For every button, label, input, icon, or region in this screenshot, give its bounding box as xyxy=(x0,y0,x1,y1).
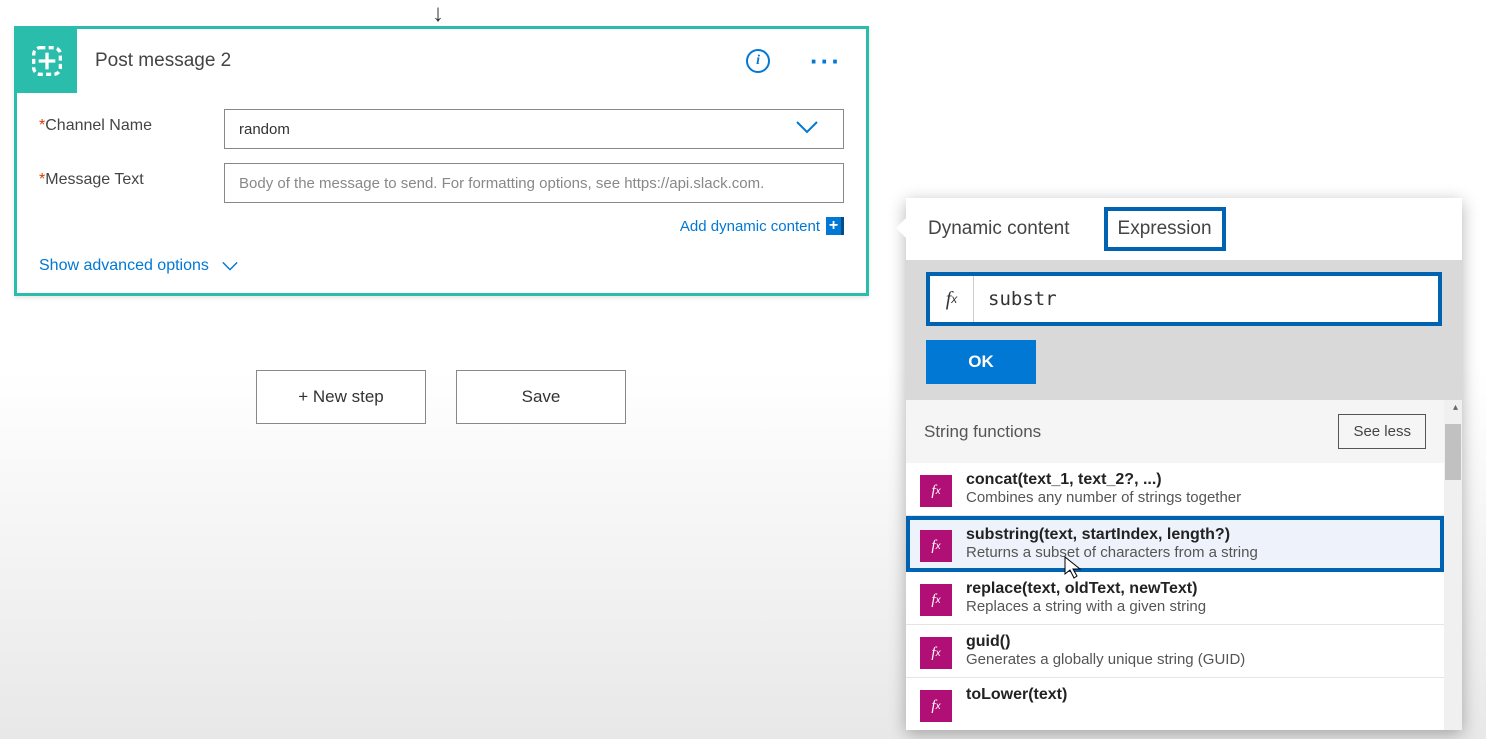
scrollbar-track[interactable]: ▴ xyxy=(1444,400,1462,730)
function-scroll-area: ▴ String functions See less fx concat(te… xyxy=(906,400,1462,730)
message-text-label: *Message Text xyxy=(39,163,224,189)
tab-expression[interactable]: Expression xyxy=(1104,207,1226,251)
action-header[interactable]: Post message 2 i ··· xyxy=(17,29,866,93)
fx-icon: fx xyxy=(920,530,952,562)
popup-pointer xyxy=(896,216,908,240)
action-menu-button[interactable]: ··· xyxy=(810,46,842,77)
flow-arrow-icon: ↓ xyxy=(432,0,444,28)
fn-description: Generates a globally unique string (GUID… xyxy=(966,651,1430,668)
expression-popup: Dynamic content Expression fx substr OK … xyxy=(906,198,1462,730)
fn-description: Combines any number of strings together xyxy=(966,489,1430,506)
show-advanced-options[interactable]: Show advanced options xyxy=(39,257,844,275)
channel-name-row: *Channel Name random xyxy=(39,109,844,149)
fn-signature: replace(text, oldText, newText) xyxy=(966,580,1430,598)
message-text-input[interactable]: Body of the message to send. For formatt… xyxy=(224,163,844,203)
fx-icon: fx xyxy=(920,584,952,616)
new-step-button[interactable]: + New step xyxy=(256,370,426,424)
fn-item-guid[interactable]: fx guid() Generates a globally unique st… xyxy=(906,625,1444,678)
channel-name-select[interactable]: random xyxy=(224,109,844,149)
message-text-placeholder: Body of the message to send. For formatt… xyxy=(239,175,764,192)
scrollbar-thumb[interactable] xyxy=(1445,424,1461,480)
action-card: Post message 2 i ··· *Channel Name rando… xyxy=(14,26,869,296)
fn-signature: toLower(text) xyxy=(966,686,1430,704)
scroll-up-arrow-icon[interactable]: ▴ xyxy=(1453,402,1458,413)
plus-icon: + xyxy=(826,217,844,235)
channel-name-value: random xyxy=(239,121,290,138)
fn-item-concat[interactable]: fx concat(text_1, text_2?, ...) Combines… xyxy=(906,463,1444,516)
fn-description: Returns a subset of characters from a st… xyxy=(966,544,1430,561)
fn-item-substring[interactable]: fx substring(text, startIndex, length?) … xyxy=(906,516,1444,572)
function-list: fx concat(text_1, text_2?, ...) Combines… xyxy=(906,463,1444,730)
footer-buttons: + New step Save xyxy=(256,370,626,424)
chevron-down-icon xyxy=(795,120,819,138)
expression-input[interactable]: substr xyxy=(974,276,1438,322)
fx-icon: fx xyxy=(920,690,952,722)
info-icon[interactable]: i xyxy=(746,49,770,73)
ok-button[interactable]: OK xyxy=(926,340,1036,384)
save-button[interactable]: Save xyxy=(456,370,626,424)
function-category-header: String functions See less xyxy=(906,400,1444,463)
popup-tabs: Dynamic content Expression xyxy=(906,198,1462,260)
fx-icon: fx xyxy=(920,637,952,669)
fn-description: Replaces a string with a given string xyxy=(966,598,1430,615)
see-less-button[interactable]: See less xyxy=(1338,414,1426,449)
add-dynamic-content-link[interactable]: Add dynamic content + xyxy=(39,217,844,235)
fx-icon: fx xyxy=(920,475,952,507)
fn-item-tolower[interactable]: fx toLower(text) xyxy=(906,678,1444,730)
slack-connector-icon xyxy=(17,29,77,93)
expression-input-area: fx substr OK xyxy=(906,260,1462,400)
tab-dynamic-content[interactable]: Dynamic content xyxy=(924,207,1074,251)
category-title: String functions xyxy=(924,422,1041,442)
fn-signature: concat(text_1, text_2?, ...) xyxy=(966,471,1430,489)
action-body: *Channel Name random *Message Text Body … xyxy=(17,93,866,293)
message-text-row: *Message Text Body of the message to sen… xyxy=(39,163,844,203)
chevron-down-icon xyxy=(221,261,239,271)
action-title: Post message 2 xyxy=(77,50,746,72)
fx-icon: fx xyxy=(930,276,974,322)
fn-signature: guid() xyxy=(966,633,1430,651)
expression-input-wrap: fx substr xyxy=(926,272,1442,326)
fn-item-replace[interactable]: fx replace(text, oldText, newText) Repla… xyxy=(906,572,1444,625)
fn-signature: substring(text, startIndex, length?) xyxy=(966,526,1430,544)
channel-name-label: *Channel Name xyxy=(39,109,224,135)
